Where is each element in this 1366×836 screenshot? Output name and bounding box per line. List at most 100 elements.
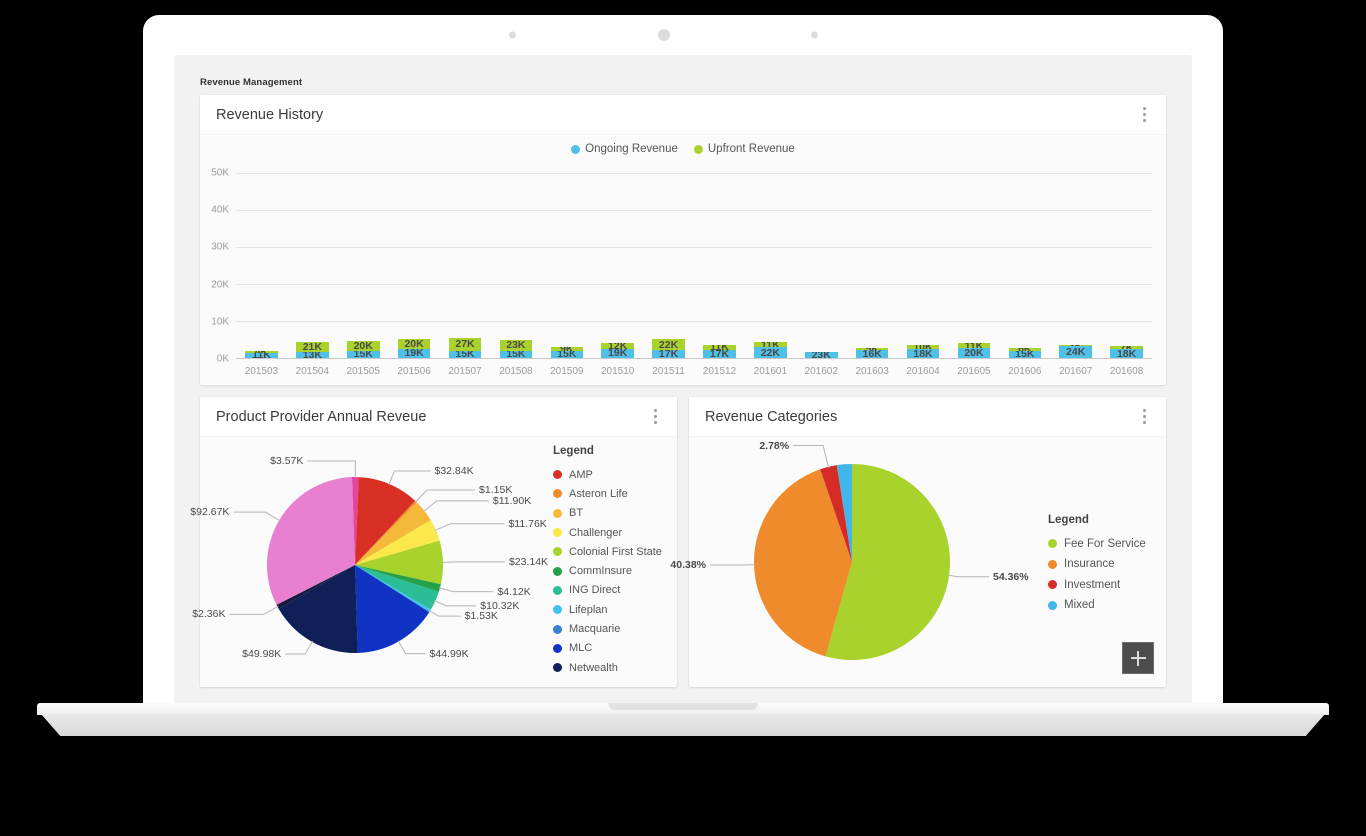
indicator-dot-right <box>811 32 818 39</box>
bar-segment-ongoing[interactable]: 15K <box>500 351 533 358</box>
bar-column[interactable]: 11K22K201601 <box>745 173 796 358</box>
legend-row[interactable]: ING Direct <box>553 581 671 600</box>
legend-row[interactable]: Asteron Life <box>553 484 671 503</box>
bar-segment-upfront[interactable]: 27K <box>449 338 482 351</box>
bar-segment-ongoing[interactable]: 15K <box>1009 351 1042 358</box>
bar-segment-ongoing[interactable]: 23K <box>805 352 838 358</box>
bar-segment-ongoing[interactable]: 11K <box>245 353 278 358</box>
y-axis-tick-label: 0K <box>217 354 229 365</box>
pie-slice-label: $4.12K <box>497 586 530 598</box>
bar-legend-item[interactable]: Upfront Revenue <box>694 143 795 155</box>
legend-label: AMP <box>569 469 593 481</box>
legend-row[interactable]: Colonial First State <box>553 542 671 561</box>
bar-column[interactable]: 20K19K201506 <box>389 173 440 358</box>
revenue-categories-kebab-menu-icon[interactable] <box>1137 404 1152 429</box>
bar-segment-upfront[interactable]: 21K <box>296 342 329 352</box>
legend-row[interactable]: Mixed <box>1048 595 1160 616</box>
bar-column[interactable]: 21K13K201504 <box>287 173 338 358</box>
x-axis-tick-label: 201505 <box>347 366 380 377</box>
bar-segment-ongoing[interactable]: 15K <box>347 351 380 358</box>
legend-row[interactable]: Lifeplan <box>553 600 671 619</box>
bar-column[interactable]: 27K15K201507 <box>440 173 491 358</box>
pie-leader-line <box>389 471 431 485</box>
pie-leader-line <box>285 641 312 654</box>
bar-column[interactable]: 23K15K201508 <box>490 173 541 358</box>
bottom-panels-row: Product Provider Annual Reveue $3.57K$32… <box>200 397 1166 687</box>
bar-column[interactable]: 4K11K201503 <box>236 173 287 358</box>
bar-segment-ongoing[interactable]: 15K <box>551 351 584 358</box>
legend-color-swatch <box>571 145 580 154</box>
legend-label: Insurance <box>1064 558 1115 570</box>
bar-column[interactable]: 5K16K201603 <box>847 173 898 358</box>
legend-row[interactable]: Challenger <box>553 523 671 542</box>
bar-segment-ongoing[interactable]: 20K <box>958 348 991 358</box>
bar-column[interactable]: 20K15K201505 <box>338 173 389 358</box>
bar-column[interactable]: 3K24K201607 <box>1050 173 1101 358</box>
legend-label: ING Direct <box>569 584 620 596</box>
legend-row[interactable]: CommInsure <box>553 561 671 580</box>
legend-row[interactable]: Insurance <box>1048 554 1160 575</box>
pie-leader-line <box>424 501 489 511</box>
bar-segment-upfront[interactable]: 23K <box>500 340 533 351</box>
bar-segment-upfront[interactable]: 22K <box>652 339 685 350</box>
bar-segment-ongoing[interactable]: 15K <box>449 351 482 358</box>
x-axis-tick-label: 201508 <box>499 366 532 377</box>
pie-slice-label: $92.67K <box>190 506 229 518</box>
bar-column[interactable]: 22K17K201511 <box>643 173 694 358</box>
bar-segment-ongoing[interactable]: 22K <box>754 347 787 358</box>
x-axis-tick-label: 201507 <box>448 366 481 377</box>
bar-legend-item[interactable]: Ongoing Revenue <box>571 143 678 155</box>
legend-color-swatch <box>553 567 562 576</box>
legend-row[interactable]: Fee For Service <box>1048 534 1160 555</box>
legend-color-swatch <box>553 605 562 614</box>
pie-slice-label: $2.36K <box>192 608 225 620</box>
bar-segment-ongoing[interactable]: 17K <box>703 350 736 358</box>
pie-slice-label: $44.99K <box>430 648 469 660</box>
pie-slice-label: $23.14K <box>509 556 548 568</box>
bar-column[interactable]: 6K15K201606 <box>999 173 1050 358</box>
legend-label: Upfront Revenue <box>708 143 795 155</box>
bar-segment-ongoing[interactable]: 19K <box>398 349 431 358</box>
x-axis-tick-label: 201509 <box>550 366 583 377</box>
bar-column[interactable]: 9K15K201509 <box>541 173 592 358</box>
legend-color-swatch <box>553 528 562 537</box>
legend-row[interactable]: Macquarie <box>553 619 671 638</box>
product-provider-kebab-menu-icon[interactable] <box>648 404 663 429</box>
legend-label: Challenger <box>569 527 622 539</box>
pie-slice-label: $11.90K <box>493 495 531 507</box>
product-provider-title: Product Provider Annual Reveue <box>216 409 426 425</box>
revenue-history-panel: Revenue History Ongoing RevenueUpfront R… <box>200 95 1166 385</box>
product-provider-header: Product Provider Annual Reveue <box>200 397 677 437</box>
add-widget-button[interactable] <box>1122 642 1154 674</box>
legend-label: Colonial First State <box>569 546 662 558</box>
legend-color-swatch <box>553 509 562 518</box>
bar-segment-ongoing[interactable]: 18K <box>1110 349 1143 358</box>
bar-segment-upfront[interactable]: 20K <box>347 341 380 351</box>
bar-segment-ongoing[interactable]: 17K <box>652 350 685 358</box>
legend-row[interactable]: Investment <box>1048 575 1160 596</box>
bar-segment-upfront[interactable]: 20K <box>398 339 431 349</box>
legend-label: BT <box>569 507 583 519</box>
bar-column[interactable]: 11K17K201512 <box>694 173 745 358</box>
bar-segment-ongoing[interactable]: 24K <box>1059 346 1092 358</box>
legend-row[interactable]: MLC <box>553 639 671 658</box>
bar-segment-ongoing[interactable]: 13K <box>296 352 329 358</box>
pie-leader-line <box>948 575 989 577</box>
product-provider-legend: Legend AMPAsteron LifeBTChallengerColoni… <box>549 437 677 686</box>
legend-title: Legend <box>1048 514 1160 526</box>
bar-column[interactable]: 12K19K201510 <box>592 173 643 358</box>
pie-leader-line <box>229 606 278 614</box>
revenue-history-kebab-menu-icon[interactable] <box>1137 102 1152 127</box>
pie-leader-line <box>233 512 280 521</box>
bar-column[interactable]: 7K18K201608 <box>1101 173 1152 358</box>
bar-column[interactable]: 11K20K201605 <box>948 173 999 358</box>
bar-segment-ongoing[interactable]: 19K <box>601 349 634 358</box>
legend-row[interactable]: AMP <box>553 465 671 484</box>
bar-column[interactable]: 10K18K201604 <box>898 173 949 358</box>
bar-segment-ongoing[interactable]: 16K <box>856 350 889 358</box>
revenue-categories-chart: 54.36%40.38%2.78% Legend Fee For Service… <box>689 437 1166 686</box>
legend-row[interactable]: BT <box>553 504 671 523</box>
bar-segment-ongoing[interactable]: 18K <box>907 349 940 358</box>
legend-row[interactable]: Netwealth <box>553 658 671 677</box>
bar-column[interactable]: 23K201602 <box>796 173 847 358</box>
